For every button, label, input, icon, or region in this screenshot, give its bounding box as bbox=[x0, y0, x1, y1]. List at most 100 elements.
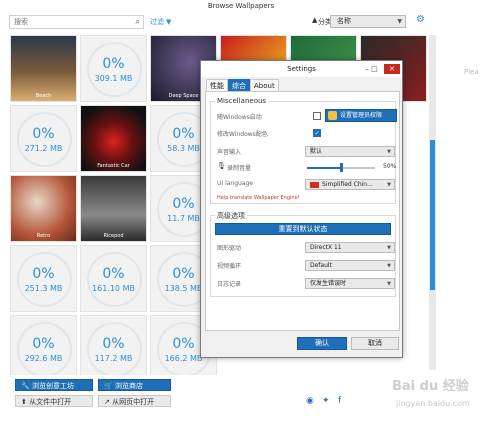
filter-icon: ▼ bbox=[166, 18, 172, 26]
link-icon: ↗ bbox=[104, 398, 110, 406]
settings-pane: Miscellaneous 随Windows启动 设置管理员权限 修改Windo… bbox=[205, 91, 400, 331]
audio-input-row: 声音输入 默认 ▼ bbox=[217, 146, 395, 158]
filter-button[interactable]: 过滤 ▼ bbox=[150, 17, 171, 27]
autostart-row: 随Windows启动 设置管理员权限 bbox=[217, 109, 397, 123]
chevron-down-icon: ▼ bbox=[387, 263, 391, 269]
upload-icon: ⬆ bbox=[21, 398, 27, 406]
browse-store-button[interactable]: 🛒 浏览商店 bbox=[98, 379, 171, 391]
watermark-url: jingyan.baidu.com bbox=[396, 399, 470, 408]
window-title: Browse Wallpapers bbox=[207, 2, 275, 10]
settings-tabs: 性能 综合 About bbox=[206, 79, 279, 91]
wallpaper-tile-loading[interactable]: 0% 271.2 MB bbox=[10, 105, 77, 172]
close-icon[interactable]: ✕ bbox=[384, 64, 400, 74]
tile-caption: Retro bbox=[36, 233, 51, 239]
admin-button-label: 设置管理员权限 bbox=[340, 112, 383, 119]
watermark-title: Bai du 经验 bbox=[392, 379, 469, 394]
search-input[interactable] bbox=[10, 16, 128, 28]
chevron-down-icon: ▼ bbox=[387, 281, 391, 287]
china-flag-icon bbox=[310, 181, 319, 188]
misc-group-title: Miscellaneous bbox=[215, 97, 269, 105]
ui-language-value: Simplified Chin... bbox=[322, 181, 373, 188]
watermark: Bai du 经验 jingyan.baidu.com bbox=[392, 375, 478, 415]
workshop-label: 浏览创意工坊 bbox=[31, 382, 74, 390]
sort-direction-icon[interactable]: ▲ bbox=[312, 16, 317, 24]
file-size: 251.3 MB bbox=[24, 284, 63, 293]
wallpaper-tile-fantastic-car[interactable]: Fantastic Car bbox=[80, 105, 147, 172]
tab-about[interactable]: About bbox=[250, 79, 279, 91]
wallpaper-tile-beach[interactable]: Beach bbox=[10, 35, 77, 102]
progress-percent: 0% bbox=[102, 266, 125, 282]
wallpaper-tile-retro[interactable]: Retro bbox=[10, 175, 77, 242]
window-controls: – □ ✕ bbox=[365, 64, 400, 74]
wallpaper-tile-loading[interactable]: 0% 251.3 MB bbox=[10, 245, 77, 312]
audio-input-label: 声音输入 bbox=[217, 149, 242, 156]
twitter-icon[interactable]: ✦ bbox=[322, 396, 330, 406]
tab-performance[interactable]: 性能 bbox=[206, 79, 228, 91]
maximize-icon[interactable]: □ bbox=[371, 65, 378, 73]
cart-icon: 🛒 bbox=[104, 382, 113, 390]
advanced-group-title: 高级选项 bbox=[215, 211, 247, 221]
search-icon[interactable]: ⌕ bbox=[136, 17, 140, 27]
audio-input-select[interactable]: 默认 ▼ bbox=[305, 146, 395, 157]
file-size: 271.2 MB bbox=[24, 144, 63, 153]
video-loop-row: 视频循环 Default ▼ bbox=[217, 260, 395, 272]
open-web-label: 从网页中打开 bbox=[112, 398, 155, 406]
help-translate-link[interactable]: Help translate Wallpaper Engine! bbox=[217, 195, 300, 201]
ui-language-select[interactable]: Simplified Chin... ▼ bbox=[305, 179, 395, 190]
wrench-icon: 🔧 bbox=[21, 382, 30, 390]
file-size: 309.1 MB bbox=[94, 74, 133, 83]
renderer-label: 图形驱动 bbox=[217, 245, 242, 252]
ok-button[interactable]: 确认 bbox=[297, 337, 347, 350]
ui-language-label: UI language bbox=[217, 180, 254, 187]
wallpaper-tile-loading[interactable]: 0% 309.1 MB bbox=[80, 35, 147, 102]
tile-caption: Fantastic Car bbox=[97, 163, 130, 169]
sort-value: 名称 bbox=[337, 17, 351, 25]
facebook-icon[interactable]: f bbox=[338, 396, 341, 406]
scrollbar-thumb[interactable] bbox=[430, 140, 435, 290]
chevron-down-icon: ▼ bbox=[387, 245, 391, 251]
search-box[interactable]: ⌕ bbox=[9, 15, 144, 29]
win-color-row: 修改Windows配色 ✓ bbox=[217, 128, 395, 140]
file-size: 161.10 MB bbox=[92, 284, 135, 293]
shield-icon bbox=[328, 111, 337, 120]
volume-slider-handle[interactable] bbox=[340, 163, 343, 172]
open-from-web-button[interactable]: ↗ 从网页中打开 bbox=[98, 395, 171, 407]
wallpaper-tile-loading[interactable]: 0% 117.2 MB bbox=[80, 315, 147, 375]
win-color-checkbox[interactable]: ✓ bbox=[313, 129, 321, 137]
log-select[interactable]: 仅发生错误时 ▼ bbox=[305, 278, 395, 289]
sort-select[interactable]: 名称 ▼ bbox=[330, 15, 406, 28]
gear-icon[interactable]: ⚙ bbox=[416, 14, 425, 25]
progress-percent: 0% bbox=[32, 266, 55, 282]
video-loop-label: 视频循环 bbox=[217, 263, 242, 270]
wallpaper-tile-ricepod[interactable]: Ricepod bbox=[80, 175, 147, 242]
minimize-icon[interactable]: – bbox=[365, 65, 369, 73]
chevron-down-icon: ▼ bbox=[397, 18, 402, 25]
audio-input-value: 默认 bbox=[310, 148, 323, 155]
cancel-button[interactable]: 取消 bbox=[351, 337, 399, 350]
open-from-file-button[interactable]: ⬆ 从文件中打开 bbox=[15, 395, 93, 407]
advanced-group: 高级选项 重置到默认状态 图形驱动 DirectX 11 ▼ 视频循环 Defa… bbox=[210, 211, 396, 297]
reset-defaults-button[interactable]: 重置到默认状态 bbox=[215, 223, 391, 235]
progress-percent: 0% bbox=[32, 126, 55, 142]
renderer-select[interactable]: DirectX 11 ▼ bbox=[305, 242, 395, 253]
side-panel-hint: Plea bbox=[464, 68, 479, 76]
settings-dialog: Settings – □ ✕ 性能 综合 About Miscellaneous 随… bbox=[200, 60, 403, 358]
open-file-label: 从文件中打开 bbox=[29, 398, 72, 406]
steam-icon[interactable]: ◉ bbox=[306, 396, 314, 406]
log-row: 日志记录 仅发生错误时 ▼ bbox=[217, 278, 395, 290]
log-label: 日志记录 bbox=[217, 281, 242, 288]
video-loop-value: Default bbox=[310, 262, 332, 269]
tile-caption: Beach bbox=[35, 93, 52, 99]
store-label: 浏览商店 bbox=[114, 382, 143, 390]
file-size: 292.6 MB bbox=[24, 354, 63, 363]
tab-general[interactable]: 综合 bbox=[228, 79, 250, 91]
admin-rights-button[interactable]: 设置管理员权限 bbox=[325, 109, 397, 122]
file-size: 117.2 MB bbox=[94, 354, 133, 363]
wallpaper-tile-loading[interactable]: 0% 161.10 MB bbox=[80, 245, 147, 312]
wallpaper-tile-loading[interactable]: 0% 292.6 MB bbox=[10, 315, 77, 375]
renderer-value: DirectX 11 bbox=[310, 244, 342, 251]
browse-workshop-button[interactable]: 🔧 浏览创意工坊 bbox=[15, 379, 93, 391]
video-loop-select[interactable]: Default ▼ bbox=[305, 260, 395, 271]
autostart-checkbox[interactable] bbox=[313, 112, 321, 120]
volume-percent: 50% bbox=[383, 163, 397, 170]
